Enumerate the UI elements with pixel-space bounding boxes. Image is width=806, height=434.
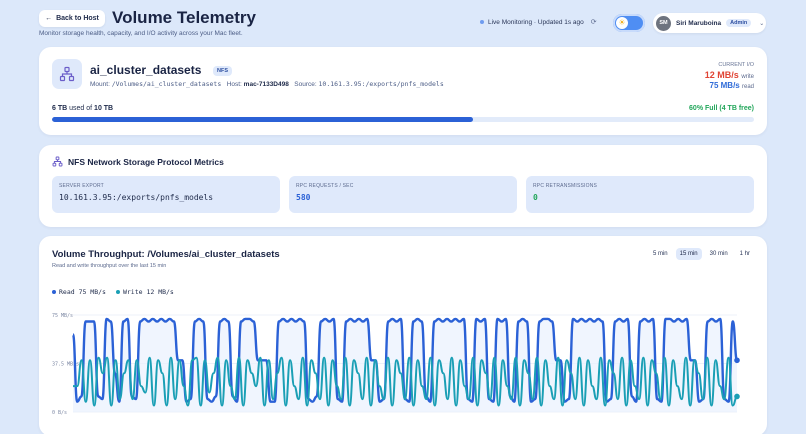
write-rate-unit: write	[741, 74, 754, 80]
used-amount: 6 TB	[52, 105, 68, 112]
source-label: Source:	[294, 81, 317, 88]
back-button-label: Back to Host	[56, 15, 99, 22]
range-15-min[interactable]: 15 min	[675, 248, 702, 260]
nfs-metrics-card: NFS Network Storage Protocol Metrics SER…	[39, 145, 767, 227]
back-to-host-button[interactable]: ← Back to Host	[39, 10, 105, 27]
legend-write-label: Write 12 MB/s	[122, 288, 174, 296]
theme-toggle[interactable]: ☀	[613, 14, 645, 32]
read-rate-unit: read	[741, 84, 754, 90]
source-path: 10.161.3.95:/exports/pnfs_models	[318, 80, 444, 88]
write-rate: 12 MB/s write	[705, 70, 754, 80]
live-dot-icon	[480, 20, 484, 24]
chart-subtitle: Read and write throughput over the last …	[52, 263, 167, 269]
chevron-down-icon: ⌄	[759, 20, 765, 27]
arrow-left-icon: ←	[45, 15, 53, 22]
refresh-icon[interactable]: ⟳	[591, 18, 597, 26]
volume-meta: Mount: /Volumes/ai_cluster_datasets Host…	[90, 80, 444, 88]
legend-read[interactable]: Read 75 MB/s	[52, 288, 106, 296]
chart-legend: Read 75 MB/s Write 12 MB/s	[52, 288, 174, 296]
y-tick-label: 75 MB/s	[52, 313, 73, 319]
read-series-end-point	[734, 357, 740, 364]
nfs-metrics-title: NFS Network Storage Protocol Metrics	[68, 156, 224, 167]
volume-summary-card: ai_cluster_datasets NFS Mount: /Volumes/…	[39, 47, 767, 135]
legend-read-dot	[52, 290, 56, 294]
range-5-min[interactable]: 5 min	[649, 248, 672, 260]
rpc-requests-value: 580	[296, 193, 311, 202]
capacity-bar	[52, 117, 754, 122]
capacity-bar-fill	[52, 117, 474, 122]
network-icon	[52, 156, 63, 167]
live-monitoring-status: Live Monitoring · Updated 1s ago ⟳	[480, 18, 597, 26]
mount-path: /Volumes/ai_cluster_datasets	[111, 80, 222, 88]
legend-write[interactable]: Write 12 MB/s	[115, 288, 174, 296]
live-status-text: Live Monitoring · Updated 1s ago	[488, 18, 584, 26]
range-30-min[interactable]: 30 min	[706, 248, 732, 260]
role-badge: Admin	[726, 19, 752, 27]
tile-label: RPC REQUESTS / SEC	[296, 183, 354, 189]
page-subtitle: Monitor storage health, capacity, and I/…	[39, 30, 243, 37]
read-rate-value: 75 MB/s	[709, 81, 740, 90]
rpc-retransmissions-tile: RPC RETRANSMISSIONS 0	[526, 176, 754, 213]
user-menu[interactable]: SM Siri Maruboina Admin ⌄	[653, 13, 766, 33]
avatar: SM	[656, 15, 671, 31]
user-name: Siri Maruboina	[676, 19, 722, 27]
legend-write-dot	[115, 290, 120, 294]
used-of-text: used of	[69, 105, 93, 112]
nfs-metrics-header: NFS Network Storage Protocol Metrics	[52, 156, 224, 167]
mount-label: Mount:	[90, 81, 110, 88]
legend-read-label: Read 75 MB/s	[59, 288, 106, 296]
host-name: mac-7133D498	[243, 81, 289, 88]
host-label: Host:	[226, 81, 242, 88]
capacity-percent: 60% Full (4 TB free)	[689, 105, 754, 112]
read-rate: 75 MB/s read	[710, 81, 754, 90]
total-capacity: 10 TB	[94, 105, 114, 112]
write-rate-value: 12 MB/s	[704, 70, 739, 80]
server-export-value: 10.161.3.95:/exports/pnfs_models	[59, 193, 214, 202]
tile-label: RPC RETRANSMISSIONS	[533, 183, 598, 189]
volume-name: ai_cluster_datasets	[90, 63, 202, 77]
protocol-badge: NFS	[213, 66, 232, 76]
current-io-label: CURRENT I/O	[718, 62, 754, 68]
throughput-chart-card: Volume Throughput: /Volumes/ai_cluster_d…	[39, 236, 767, 434]
capacity-used: 6 TB used of 10 TB	[52, 105, 113, 112]
server-export-tile: SERVER EXPORT 10.161.3.95:/exports/pnfs_…	[52, 176, 280, 213]
rpc-requests-tile: RPC REQUESTS / SEC 580	[289, 176, 517, 213]
sun-icon: ☀	[616, 17, 628, 29]
chart-title: Volume Throughput: /Volumes/ai_cluster_d…	[52, 249, 280, 260]
rpc-retransmissions-value: 0	[533, 193, 538, 202]
write-series-end-point	[734, 393, 740, 400]
page-title: Volume Telemetry	[112, 8, 256, 27]
y-tick-label: 0 B/s	[52, 410, 67, 416]
tile-label: SERVER EXPORT	[59, 183, 104, 189]
network-drive-icon	[52, 59, 82, 89]
range-1-hr[interactable]: 1 hr	[736, 248, 754, 260]
time-range-selector: 5 min 15 min 30 min 1 hr	[649, 248, 754, 260]
throughput-chart: 75 MB/s37.5 MB/s0 B/s	[52, 313, 740, 416]
